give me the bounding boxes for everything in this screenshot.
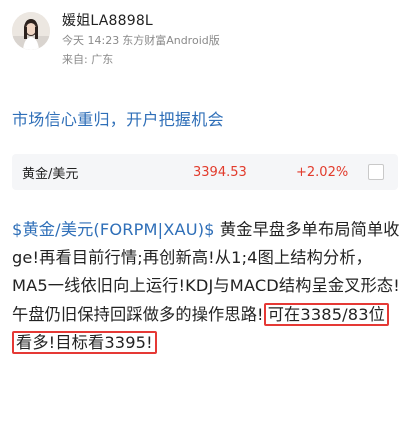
post-headline[interactable]: 市场信心重归，开户把握机会 [12, 106, 224, 130]
post-location: 来自: 广东 [62, 53, 114, 66]
author-header: 媛姐LA8898L 今天 14:23 东方财富Android版 来自: 广东 [12, 12, 223, 65]
post-body: $黄金/美元(FORPM|XAU)$ 黄金早盘多单布局简单收ge!再看目前行情;… [12, 216, 400, 357]
stock-tag-link[interactable]: $黄金/美元(FORPM|XAU)$ [12, 220, 215, 239]
quote-price: 3394.53 [193, 164, 247, 180]
post-page: 媛姐LA8898L 今天 14:23 东方财富Android版 来自: 广东 市场… [0, 0, 410, 433]
avatar[interactable] [12, 12, 50, 50]
post-time-source: 今天 14:23 东方财富Android版 [62, 35, 223, 46]
post-time: 今天 14:23 [62, 34, 120, 47]
checkbox-icon[interactable] [368, 164, 384, 180]
author-name[interactable]: 媛姐LA8898L [62, 14, 223, 28]
avatar-image [12, 12, 50, 50]
quote-card[interactable]: 黄金/美元 3394.53 +2.02% [12, 154, 398, 190]
quote-change: +2.02% [296, 164, 349, 180]
post-source: 东方财富Android版 [122, 34, 220, 47]
author-meta: 媛姐LA8898L 今天 14:23 东方财富Android版 来自: 广东 [62, 12, 223, 65]
quote-name: 黄金/美元 [22, 166, 79, 182]
